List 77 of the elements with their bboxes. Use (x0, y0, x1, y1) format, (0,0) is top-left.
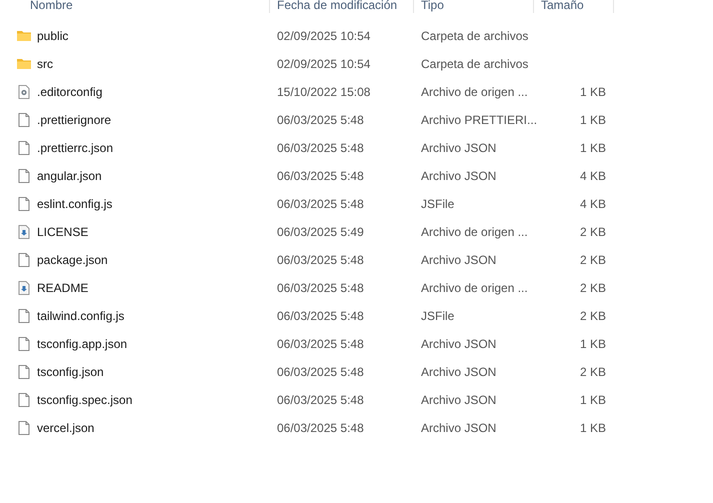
file-size: 2 KB (578, 253, 606, 267)
file-type: JSFile (420, 197, 456, 211)
column-header[interactable]: Tipo (414, 0, 534, 13)
modified-date: 06/03/2025 5:48 (276, 113, 365, 127)
gear-file-icon (16, 84, 32, 100)
modified-date: 06/03/2025 5:48 (276, 393, 365, 407)
file-name[interactable]: src (37, 57, 53, 71)
file-size: 1 KB (578, 85, 606, 99)
file-name[interactable]: tsconfig.spec.json (37, 393, 132, 407)
file-icon (16, 280, 32, 296)
file-type: Archivo de origen ... (420, 225, 529, 239)
file-name[interactable]: eslint.config.js (37, 197, 112, 211)
file-icon (16, 364, 32, 380)
file-type: JSFile (420, 309, 456, 323)
file-icon (16, 112, 32, 128)
modified-date: 06/03/2025 5:48 (276, 141, 365, 155)
file-size: 2 KB (578, 225, 606, 239)
modified-date: 02/09/2025 10:54 (276, 57, 372, 71)
file-type: Archivo JSON (420, 393, 498, 407)
modified-date: 06/03/2025 5:49 (276, 225, 365, 239)
file-name[interactable]: public (37, 29, 68, 43)
modified-date: 06/03/2025 5:48 (276, 365, 365, 379)
file-icon (16, 196, 32, 212)
file-type: Archivo JSON (420, 337, 498, 351)
file-size: 1 KB (578, 113, 606, 127)
file-name[interactable]: vercel.json (37, 421, 94, 435)
file-name[interactable]: tailwind.config.js (37, 309, 124, 323)
folder-icon (16, 28, 32, 44)
modified-date: 06/03/2025 5:48 (276, 197, 365, 211)
file-name[interactable]: LICENSE (37, 225, 88, 239)
column-header[interactable]: Nombre (0, 0, 270, 13)
file-name[interactable]: README (37, 281, 88, 295)
file-size: 2 KB (578, 365, 606, 379)
file-name[interactable]: tsconfig.app.json (37, 337, 128, 351)
modified-date: 06/03/2025 5:48 (276, 337, 365, 351)
file-icon (16, 140, 32, 156)
modified-date: 06/03/2025 5:48 (276, 421, 365, 435)
file-type: Archivo JSON (420, 365, 498, 379)
file-size: 1 KB (578, 141, 606, 155)
modified-date: 06/03/2025 5:48 (276, 169, 365, 183)
file-size: 4 KB (578, 169, 606, 183)
file-name[interactable]: .prettierignore (37, 113, 112, 127)
file-icon (16, 252, 32, 268)
file-icon (16, 420, 32, 436)
file-name[interactable]: angular.json (37, 169, 102, 183)
file-type: Carpeta de archivos (420, 29, 530, 43)
file-name[interactable]: .prettierrc.json (37, 141, 114, 155)
file-type: Carpeta de archivos (420, 57, 530, 71)
modified-date: 06/03/2025 5:48 (276, 281, 365, 295)
file-icon (16, 168, 32, 184)
file-size: 2 KB (578, 309, 606, 323)
modified-date: 15/10/2022 15:08 (276, 85, 372, 99)
file-type: Archivo JSON (420, 421, 498, 435)
file-name[interactable]: .editorconfig (37, 85, 102, 99)
file-icon (16, 336, 32, 352)
file-size: 1 KB (578, 337, 606, 351)
file-icon (16, 224, 32, 240)
file-type: Archivo JSON (420, 253, 498, 267)
file-type: Archivo JSON (420, 169, 498, 183)
file-size: 4 KB (578, 197, 606, 211)
folder-icon (16, 56, 32, 72)
file-icon (16, 308, 32, 324)
column-header[interactable]: Fecha de modificación (270, 0, 414, 13)
file-size: 1 KB (578, 393, 606, 407)
file-size: 2 KB (578, 281, 606, 295)
column-header[interactable]: Tamaño (534, 0, 614, 13)
file-icon (16, 392, 32, 408)
file-type: Archivo JSON (420, 141, 498, 155)
file-type: Archivo de origen ... (420, 281, 529, 295)
file-size: 1 KB (578, 421, 606, 435)
file-name[interactable]: package.json (37, 253, 108, 267)
modified-date: 06/03/2025 5:48 (276, 309, 365, 323)
file-type: Archivo PRETTIERI... (420, 113, 534, 127)
modified-date: 06/03/2025 5:48 (276, 253, 365, 267)
modified-date: 02/09/2025 10:54 (276, 29, 372, 43)
file-type: Archivo de origen ... (420, 85, 529, 99)
file-name[interactable]: tsconfig.json (37, 365, 104, 379)
